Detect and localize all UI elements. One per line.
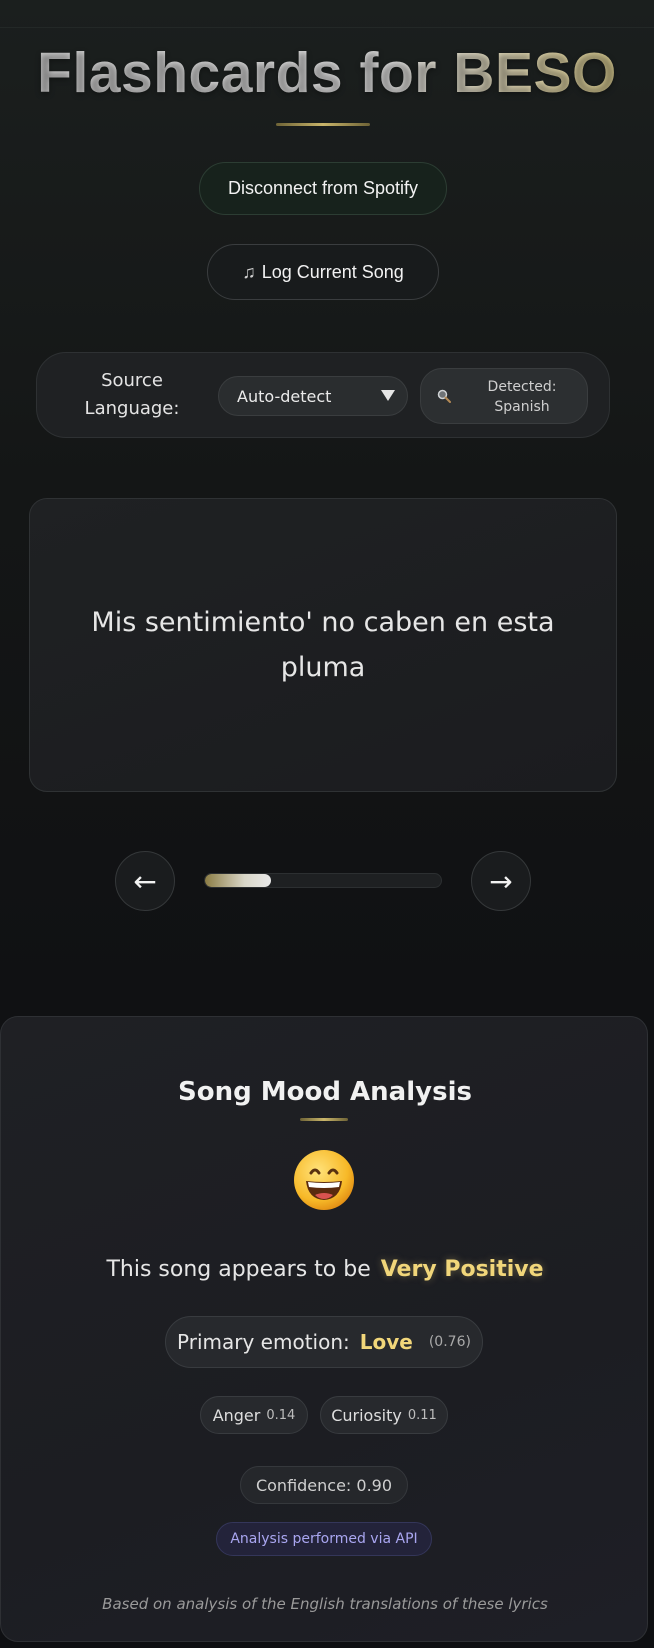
disconnect-spotify-label: Disconnect from Spotify bbox=[227, 178, 419, 198]
flashcard-lyric-text: Mis sentimiento' no caben en esta pluma bbox=[91, 607, 555, 683]
api-analysis-badge: Analysis performed via API bbox=[216, 1522, 432, 1556]
music-note-icon: ♫ bbox=[242, 261, 256, 282]
page: Flashcards for BESO Disconnect from Spot… bbox=[0, 0, 654, 1648]
progress-fill bbox=[205, 874, 272, 887]
emotion-chip-anger: Anger 0.14 bbox=[200, 1396, 308, 1434]
mood-analysis-title: Song Mood Analysis bbox=[178, 1077, 472, 1107]
title-underline bbox=[276, 123, 370, 126]
emotion-name: Anger bbox=[212, 1405, 261, 1425]
disconnect-spotify-button[interactable]: Disconnect from Spotify bbox=[199, 162, 447, 215]
detected-language-text: Detected: Spanish bbox=[465, 377, 579, 417]
flashcard[interactable]: Mis sentimiento' no caben en esta pluma bbox=[29, 498, 617, 792]
next-card-button[interactable]: → bbox=[471, 851, 531, 911]
emotion-name: Curiosity bbox=[331, 1405, 402, 1425]
mood-sentence-prefix: This song appears to be bbox=[106, 1257, 371, 1282]
mood-sentiment-value: Very Positive bbox=[380, 1257, 544, 1282]
emotion-chip-curiosity: Curiosity 0.11 bbox=[320, 1396, 448, 1434]
progress-bar bbox=[204, 873, 442, 888]
log-current-song-button[interactable]: ♫ Log Current Song bbox=[207, 244, 439, 300]
page-title: Flashcards for BESO bbox=[0, 40, 654, 106]
grinning-face-icon bbox=[294, 1150, 354, 1210]
primary-emotion-label: Primary emotion: bbox=[177, 1330, 350, 1354]
mood-title-underline bbox=[300, 1118, 348, 1121]
primary-emotion-score: (0.76) bbox=[428, 1334, 471, 1350]
magnifier-icon bbox=[437, 389, 451, 403]
detected-label: Detected: bbox=[487, 379, 557, 395]
analysis-footnote: Based on analysis of the English transla… bbox=[102, 1595, 548, 1613]
source-language-label: Source Language: bbox=[84, 370, 180, 419]
source-language-select[interactable]: Auto-detect bbox=[218, 376, 408, 416]
chevron-down-icon bbox=[381, 390, 395, 401]
detected-value: Spanish bbox=[494, 399, 550, 415]
emotion-score: 0.14 bbox=[266, 1407, 296, 1423]
primary-emotion-value: Love bbox=[359, 1330, 413, 1354]
language-bar: Source Language: Auto-detect Detected: S… bbox=[36, 352, 610, 438]
top-divider bbox=[0, 27, 654, 28]
arrow-right-icon: → bbox=[489, 864, 513, 898]
emotion-score: 0.11 bbox=[407, 1407, 437, 1423]
source-language-value: Auto-detect bbox=[237, 386, 332, 406]
previous-card-button[interactable]: ← bbox=[115, 851, 175, 911]
mood-sentence: This song appears to be Very Positive bbox=[1, 1257, 649, 1282]
log-current-song-label: Log Current Song bbox=[261, 261, 404, 282]
arrow-left-icon: ← bbox=[133, 864, 157, 898]
mood-analysis-panel: Song Mood Analysis This song appears to … bbox=[0, 1016, 648, 1642]
detected-language-badge: Detected: Spanish bbox=[420, 368, 588, 424]
primary-emotion-pill: Primary emotion: Love (0.76) bbox=[165, 1316, 483, 1368]
confidence-badge: Confidence: 0.90 bbox=[240, 1466, 408, 1504]
